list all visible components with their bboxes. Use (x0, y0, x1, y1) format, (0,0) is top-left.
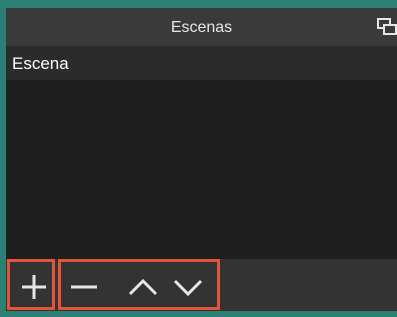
dock-header: Escenas (6, 8, 397, 47)
dock-title: Escenas (170, 19, 233, 36)
chevron-up-icon (128, 278, 158, 296)
undock-icon (377, 18, 397, 35)
plus-icon (22, 275, 46, 299)
minus-icon (71, 285, 97, 289)
undock-button[interactable] (375, 17, 397, 37)
move-scene-down-button[interactable] (168, 267, 208, 307)
scenes-list[interactable]: Escena (6, 47, 397, 259)
move-scene-up-button[interactable] (123, 267, 163, 307)
remove-scene-button[interactable] (64, 267, 104, 307)
add-scene-button[interactable] (14, 267, 54, 307)
chevron-down-icon (173, 279, 203, 297)
scene-list-item[interactable]: Escena (6, 47, 397, 80)
scenes-dock: Escenas Escena (6, 8, 397, 311)
scenes-toolbar (6, 259, 397, 311)
